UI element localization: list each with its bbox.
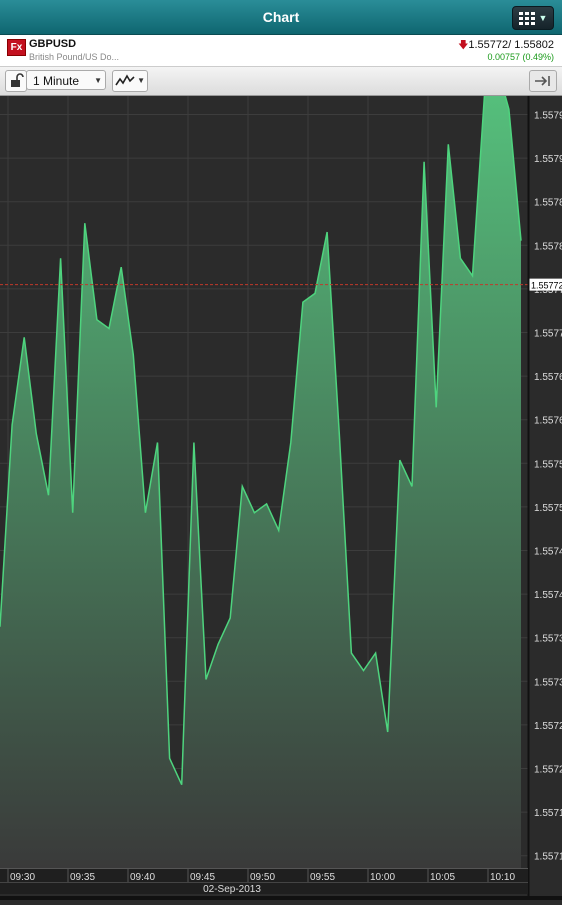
- y-tick-label: 1.5575: [534, 459, 562, 470]
- y-tick-label: 1.5574: [534, 547, 562, 558]
- y-tick-label: 1.5573: [534, 634, 562, 645]
- down-arrow-icon: 🡇: [458, 40, 469, 51]
- y-tick-label: 1.5571: [534, 852, 562, 863]
- grid-menu-icon: [518, 11, 535, 25]
- chevron-down-icon: ▼: [137, 76, 145, 85]
- y-tick-label: 1.5574: [534, 590, 562, 601]
- scroll-to-end-button[interactable]: [529, 70, 557, 92]
- x-tick-label: 09:40: [130, 872, 155, 883]
- price-value: 1.55772/ 1.55802: [468, 39, 554, 51]
- x-tick-label: 09:55: [310, 872, 335, 883]
- price-change: 0.00757 (0.49%): [487, 52, 554, 62]
- instrument-symbol: GBPUSD: [29, 38, 77, 50]
- x-tick-label: 10:00: [370, 872, 395, 883]
- y-tick-label: 1.5578: [534, 198, 562, 209]
- lock-icon: [11, 73, 24, 87]
- y-tick-label: 1.5572: [534, 765, 562, 776]
- instrument-bar[interactable]: Fx GBPUSD British Pound/US Do... 🡇1.5577…: [0, 35, 562, 67]
- scroll-to-end-icon: [535, 76, 550, 86]
- x-tick-label: 09:50: [250, 872, 275, 883]
- y-tick-label: 1.5579: [534, 154, 562, 165]
- fx-badge-icon: Fx: [7, 39, 26, 56]
- chart-toolbar: 1 Minute ▼ ▼: [0, 67, 562, 96]
- x-tick-label: 09:30: [10, 872, 35, 883]
- grid-menu-button[interactable]: ▼: [512, 6, 554, 30]
- current-price-label: 1.55772: [531, 281, 562, 291]
- y-tick-label: 1.5576: [534, 372, 562, 383]
- y-tick-label: 1.5577: [534, 329, 562, 340]
- chart-type-select[interactable]: ▼: [112, 70, 148, 92]
- x-tick-label: 09:35: [70, 872, 95, 883]
- chevron-down-icon: ▼: [538, 13, 548, 23]
- chart-svg[interactable]: 1.55791.55791.55781.55781.55771.55771.55…: [0, 63, 562, 900]
- y-tick-label: 1.5578: [534, 241, 562, 252]
- y-tick-label: 1.5571: [534, 808, 562, 819]
- x-tick-label: 09:45: [190, 872, 215, 883]
- price-chart[interactable]: 1.55791.55791.55781.55781.55771.55771.55…: [0, 63, 562, 900]
- instrument-description: British Pound/US Do...: [29, 52, 120, 62]
- y-tick-label: 1.5575: [534, 503, 562, 514]
- x-axis-date-label: 02-Sep-2013: [203, 884, 261, 895]
- y-tick-label: 1.5572: [534, 721, 562, 732]
- title-bar: Chart ▼: [0, 0, 562, 35]
- y-tick-label: 1.5579: [534, 111, 562, 122]
- x-tick-label: 10:05: [430, 872, 455, 883]
- bottom-edge: [0, 896, 562, 900]
- x-tick-label: 10:10: [490, 872, 515, 883]
- y-tick-label: 1.5576: [534, 416, 562, 427]
- lock-button[interactable]: [5, 70, 27, 92]
- chevron-down-icon: ▼: [94, 76, 102, 85]
- line-chart-icon: [115, 74, 135, 86]
- y-tick-label: 1.5573: [534, 677, 562, 688]
- page-title: Chart: [262, 9, 300, 25]
- interval-value: 1 Minute: [33, 74, 80, 88]
- interval-select[interactable]: 1 Minute ▼: [26, 70, 106, 90]
